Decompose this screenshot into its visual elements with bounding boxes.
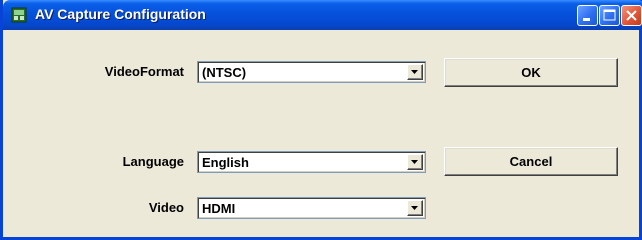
minimize-button[interactable] [577, 5, 598, 26]
dropdown-arrow-button[interactable] [407, 64, 423, 80]
minimize-icon [583, 18, 590, 21]
language-label: Language [122, 154, 184, 169]
dropdown-arrow-button[interactable] [407, 154, 423, 170]
close-button[interactable] [621, 5, 642, 26]
close-icon [626, 10, 637, 21]
chevron-down-icon [411, 70, 418, 74]
language-value: English [202, 155, 249, 170]
video-select[interactable]: HDMI [197, 197, 426, 219]
ok-button[interactable]: OK [444, 58, 618, 87]
app-icon [11, 7, 27, 23]
language-select[interactable]: English [197, 151, 426, 173]
video-value: HDMI [202, 201, 236, 216]
video-format-select[interactable]: (NTSC) [197, 61, 426, 83]
cancel-button[interactable]: Cancel [444, 147, 618, 176]
window-title: AV Capture Configuration [35, 6, 206, 22]
video-format-value: (NTSC) [202, 65, 247, 80]
dialog-window: AV Capture Configuration VideoFormat (NT… [0, 0, 642, 240]
dropdown-arrow-button[interactable] [407, 200, 423, 216]
video-label: Video [148, 200, 184, 215]
chevron-down-icon [411, 206, 418, 210]
video-format-label: VideoFormat [104, 64, 184, 79]
title-bar[interactable]: AV Capture Configuration [3, 0, 642, 30]
chevron-down-icon [411, 160, 418, 164]
maximize-button[interactable] [599, 5, 620, 26]
maximize-icon [603, 9, 616, 21]
